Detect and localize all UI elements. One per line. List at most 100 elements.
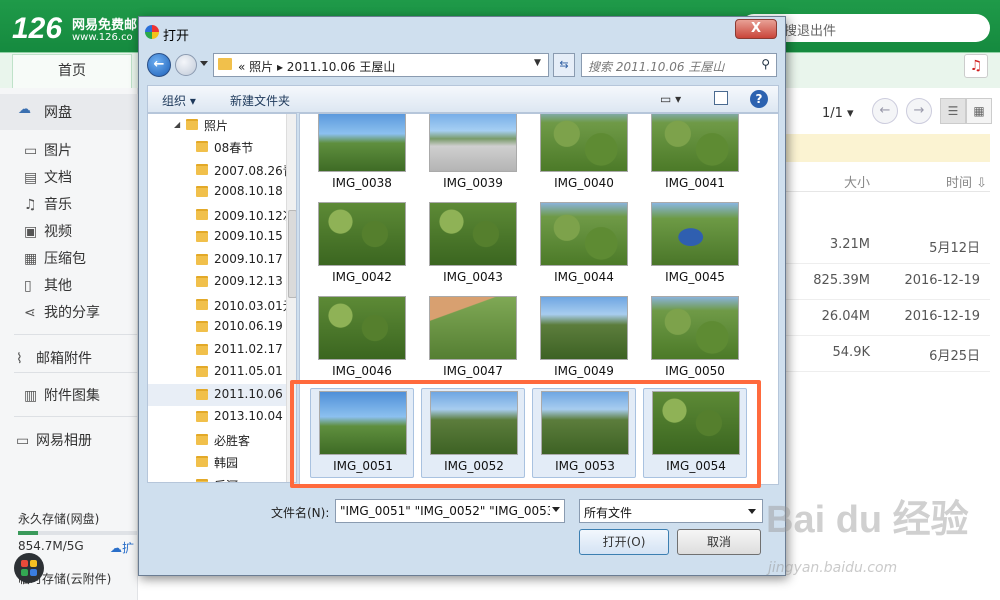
tab-home[interactable]: 首页 (12, 54, 132, 88)
file-thumbnail[interactable]: IMG_0042 (310, 200, 414, 290)
filename-value: "IMG_0051" "IMG_0052" "IMG_0053" (340, 504, 550, 518)
expand-storage-link[interactable]: ☁扩 (110, 539, 134, 556)
file-name: IMG_0044 (554, 270, 614, 284)
music-icon[interactable]: ♫ (964, 54, 988, 78)
tree-label: 照片 (204, 119, 229, 133)
open-file-dialog: 打开 X ← « 照片 ▸ 2011.10.06 王屋山 ▼ ⇆ 搜索 2011… (138, 16, 786, 576)
sidebar-item-video[interactable]: ▣ 视频 (24, 221, 72, 243)
column-size[interactable]: 大小 (844, 172, 870, 191)
sidebar-divider (14, 416, 138, 417)
file-thumbnail[interactable]: IMG_0038 (310, 114, 414, 196)
grid-view-icon[interactable]: ▦ (966, 98, 992, 124)
file-thumbnail[interactable]: IMG_0040 (532, 114, 636, 196)
cancel-button[interactable]: 取消 (677, 529, 761, 555)
tree-label: 2013.10.04 (214, 409, 283, 423)
tree-item[interactable]: 2007.08.26青 (148, 159, 286, 181)
recent-locations-icon[interactable] (200, 61, 208, 66)
search-placeholder: 搜索 2011.10.06 王屋山 (588, 60, 725, 74)
breadcrumb[interactable]: « 照片 ▸ 2011.10.06 王屋山 (238, 58, 395, 75)
sidebar-item-music[interactable]: ♫ 音乐 (24, 194, 72, 216)
sidebar-item-other[interactable]: ▯ 其他 (24, 275, 72, 297)
file-thumbnail[interactable]: IMG_0047 (421, 294, 525, 384)
tree-item[interactable]: 2011.10.06 (148, 383, 286, 406)
sidebar-item-netdisk[interactable]: ☁ 网盘 (0, 94, 138, 130)
sidebar-item-documents[interactable]: ▤ 文档 (24, 167, 72, 189)
caret-down-icon[interactable]: ◢ (174, 120, 180, 129)
tree-item[interactable]: 2013.10.04 (148, 406, 286, 428)
chevron-down-icon[interactable] (552, 507, 560, 512)
browser-app-icon (145, 25, 159, 39)
tree-item[interactable]: 必胜客 (148, 429, 286, 451)
help-icon[interactable]: ? (750, 90, 768, 108)
table-row[interactable]: 54.9K 6月25日 (786, 336, 990, 372)
sidebar-item-attachment-gallery[interactable]: ▥ 附件图集 (24, 385, 100, 407)
list-view-icon[interactable]: ☰ (940, 98, 966, 124)
change-view-button[interactable]: ▭ ▾ (660, 92, 681, 106)
file-size: 26.04M (821, 309, 870, 324)
search-input[interactable]: 搜索 2011.10.06 王屋山 ⚲ (581, 53, 777, 77)
file-thumbnail[interactable]: IMG_0050 (643, 294, 747, 384)
column-time[interactable]: 时间 ⇩ (946, 172, 987, 191)
sidebar-item-attachments[interactable]: ⌇ 邮箱附件 (16, 348, 92, 370)
tree-item[interactable]: 2011.05.01 (148, 361, 286, 383)
logo-title: 网易免费邮 (72, 18, 138, 33)
tree-item[interactable]: 2011.02.17 (148, 339, 286, 361)
search-icon[interactable]: ⚲ (761, 57, 770, 71)
filetype-select[interactable]: 所有文件 (579, 499, 763, 523)
tree-item-root[interactable]: ◢ 照片 (148, 114, 286, 136)
chevron-down-icon[interactable]: ▼ (534, 58, 541, 68)
table-row[interactable]: 825.39M 2016-12-19 (786, 264, 990, 300)
apps-icon[interactable] (14, 553, 44, 583)
file-thumbnail[interactable]: IMG_0046 (310, 294, 414, 384)
photo-preview (429, 296, 517, 360)
tree-label: 2009.10.17 (214, 251, 283, 266)
file-thumbnail[interactable]: IMG_0041 (643, 114, 747, 196)
scrollbar-thumb[interactable] (288, 210, 296, 298)
file-thumbnail[interactable]: IMG_0039 (421, 114, 525, 196)
file-thumbnail[interactable]: IMG_0045 (643, 200, 747, 290)
table-row[interactable]: 3.21M 5月12日 (786, 228, 990, 264)
tree-label: 08春节 (214, 141, 254, 155)
organize-button[interactable]: 组织 ▾ (162, 92, 196, 109)
sidebar-item-album[interactable]: ▭ 网易相册 (16, 430, 92, 452)
next-page-icon[interactable]: → (906, 98, 932, 124)
folder-icon (196, 186, 208, 197)
file-thumbnail[interactable]: IMG_0049 (532, 294, 636, 384)
chevron-down-icon[interactable] (748, 509, 756, 514)
sidebar-item-my-share[interactable]: ⋖ 我的分享 (24, 302, 100, 324)
tree-item[interactable]: 2010.03.01元 (148, 294, 286, 316)
refresh-icon[interactable]: ⇆ (553, 53, 575, 77)
tree-item[interactable]: 2008.10.18 (148, 181, 286, 203)
sidebar-item-archives[interactable]: ▦ 压缩包 (24, 248, 86, 270)
tree-item[interactable]: 后河 (148, 474, 286, 482)
address-bar[interactable]: « 照片 ▸ 2011.10.06 王屋山 ▼ (213, 53, 549, 77)
preview-pane-icon[interactable] (714, 91, 728, 105)
tree-item[interactable]: 2009.10.12次 (148, 204, 286, 226)
prev-page-icon[interactable]: ← (872, 98, 898, 124)
tree-item[interactable]: 韩园 (148, 451, 286, 473)
table-row[interactable]: 26.04M 2016-12-19 (786, 300, 990, 336)
sidebar-item-label: 其他 (44, 278, 72, 294)
tree-item[interactable]: 2009.12.13 (148, 271, 286, 293)
back-arrow-icon[interactable]: ← (147, 53, 171, 77)
filename-input[interactable]: "IMG_0051" "IMG_0052" "IMG_0053" (335, 499, 565, 523)
command-bar: 组织 ▾ 新建文件夹 ▭ ▾ ? (147, 85, 779, 113)
new-folder-button[interactable]: 新建文件夹 (230, 92, 290, 109)
file-list-header: 大小 时间 ⇩ (786, 170, 990, 192)
close-button[interactable]: X (735, 19, 777, 39)
tree-label: 2011.10.06 (214, 386, 283, 401)
tree-item[interactable]: 2009.10.17 (148, 249, 286, 271)
logo-url: www.126.co (72, 32, 133, 43)
tree-item[interactable]: 2010.06.19 (148, 316, 286, 338)
folder-icon (196, 388, 208, 400)
file-name: IMG_0038 (332, 176, 392, 190)
archive-icon: ▦ (24, 251, 38, 267)
page-indicator[interactable]: 1/1 ▾ (822, 106, 854, 121)
tree-item[interactable]: 08春节 (148, 136, 286, 158)
open-button[interactable]: 打开(O) (579, 529, 669, 555)
forward-arrow-icon[interactable] (175, 54, 197, 76)
file-thumbnail[interactable]: IMG_0043 (421, 200, 525, 290)
sidebar-item-images[interactable]: ▭ 图片 (24, 140, 72, 162)
file-thumbnail[interactable]: IMG_0044 (532, 200, 636, 290)
tree-item[interactable]: 2009.10.15 (148, 226, 286, 248)
